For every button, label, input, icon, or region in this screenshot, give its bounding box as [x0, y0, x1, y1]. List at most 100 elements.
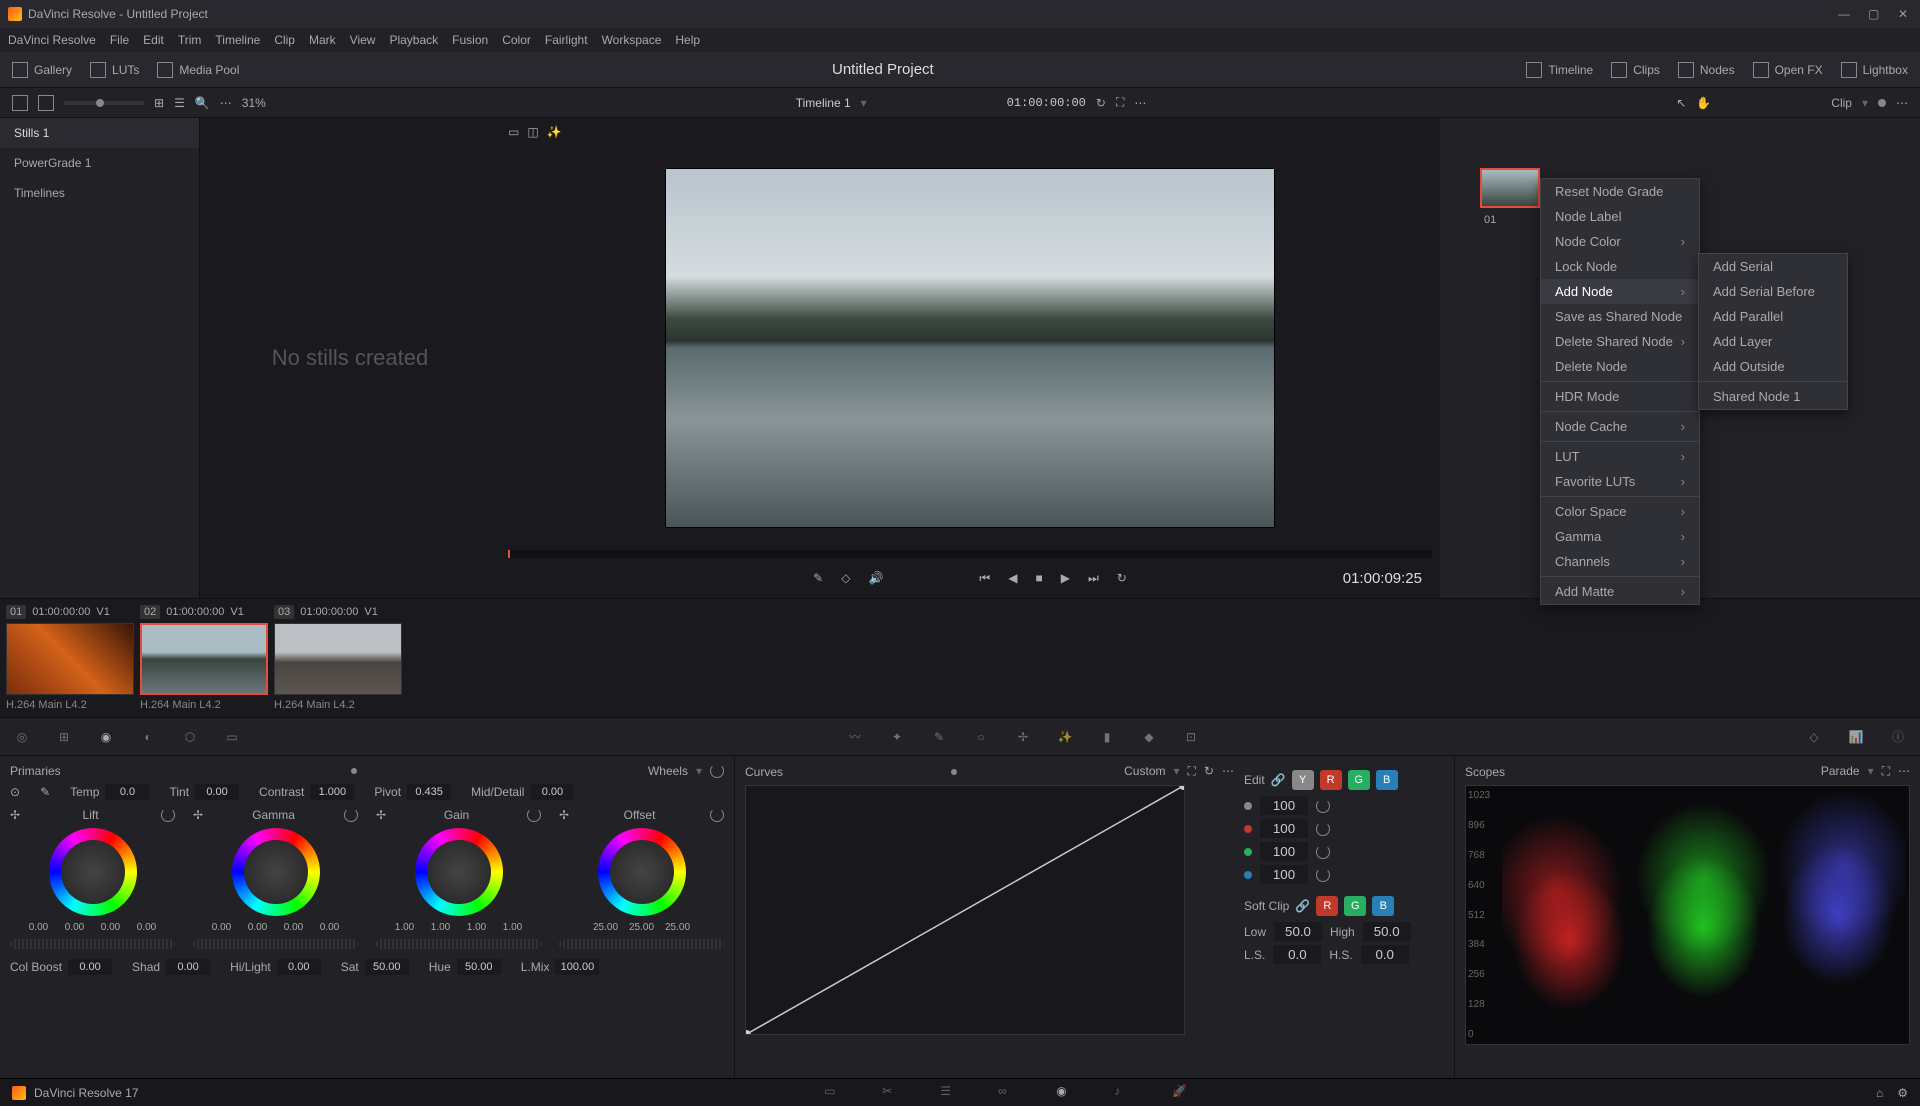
- ctx-add-node[interactable]: Add Node: [1541, 279, 1699, 304]
- sc-g-button[interactable]: G: [1344, 896, 1366, 916]
- keyframe-icon[interactable]: ◇: [1804, 727, 1824, 747]
- media-pool-button[interactable]: Media Pool: [157, 62, 239, 78]
- r-channel-button[interactable]: R: [1320, 770, 1342, 790]
- export-icon[interactable]: [38, 95, 54, 111]
- arrow-icon[interactable]: ↖: [1676, 96, 1686, 110]
- menu-davinci-resolve[interactable]: DaVinci Resolve: [8, 33, 96, 47]
- settings-icon[interactable]: ⚙: [1897, 1086, 1908, 1100]
- curves-icon[interactable]: 〰: [845, 727, 865, 747]
- split-icon[interactable]: ◫: [527, 125, 538, 139]
- timeline-button[interactable]: Timeline: [1526, 62, 1593, 78]
- menu-workspace[interactable]: Workspace: [602, 33, 662, 47]
- more-icon[interactable]: ⋯: [1898, 764, 1910, 779]
- tint-input[interactable]: [195, 784, 239, 800]
- menu-playback[interactable]: Playback: [389, 33, 438, 47]
- link-icon[interactable]: 🔗: [1271, 773, 1286, 787]
- ls-input[interactable]: [1273, 945, 1321, 964]
- openfx-button[interactable]: Open FX: [1753, 62, 1823, 78]
- ctx-add-matte[interactable]: Add Matte: [1541, 579, 1699, 604]
- warper-icon[interactable]: ✦: [887, 727, 907, 747]
- loop-icon[interactable]: ↻: [1096, 96, 1106, 110]
- color-page-icon[interactable]: ◉: [1056, 1084, 1074, 1102]
- clips-button[interactable]: Clips: [1611, 62, 1660, 78]
- home-icon[interactable]: ⌂: [1876, 1086, 1883, 1100]
- node-panel[interactable]: 01 Reset Node GradeNode LabelNode ColorL…: [1440, 118, 1920, 598]
- key-icon[interactable]: ◆: [1139, 727, 1159, 747]
- list-icon[interactable]: ☰: [174, 96, 185, 110]
- b-channel-button[interactable]: B: [1376, 770, 1398, 790]
- ctx-favorite-luts[interactable]: Favorite LUTs: [1541, 469, 1699, 494]
- g-channel-button[interactable]: G: [1348, 770, 1370, 790]
- menu-fairlight[interactable]: Fairlight: [545, 33, 588, 47]
- zoom-level[interactable]: 31%: [242, 96, 266, 110]
- ctx-sub-add-serial[interactable]: Add Serial: [1699, 254, 1847, 279]
- tracker-icon[interactable]: ✢: [1013, 727, 1033, 747]
- menu-help[interactable]: Help: [675, 33, 700, 47]
- sc-b-button[interactable]: B: [1372, 896, 1394, 916]
- media-page-icon[interactable]: ▭: [824, 1084, 842, 1102]
- sat-input[interactable]: [365, 959, 409, 975]
- more-icon[interactable]: ⋯: [1222, 764, 1234, 779]
- fusion-page-icon[interactable]: ∞: [998, 1084, 1016, 1102]
- scrubber[interactable]: [508, 550, 1432, 558]
- clip-dropdown[interactable]: Clip: [1831, 96, 1852, 110]
- wheels-mode[interactable]: Wheels: [648, 764, 688, 778]
- middetail-input[interactable]: [530, 784, 574, 800]
- hs-input[interactable]: [1361, 945, 1409, 964]
- ctx-sub-add-layer[interactable]: Add Layer: [1699, 329, 1847, 354]
- contrast-input[interactable]: [310, 784, 354, 800]
- more-icon[interactable]: ⋯: [1134, 96, 1146, 110]
- prev-button[interactable]: ◀: [1008, 571, 1017, 585]
- hue-input[interactable]: [457, 959, 501, 975]
- ctx-color-space[interactable]: Color Space: [1541, 499, 1699, 524]
- ctx-sub-add-parallel[interactable]: Add Parallel: [1699, 304, 1847, 329]
- first-frame-button[interactable]: ⏮: [979, 571, 990, 586]
- deliver-page-icon[interactable]: 🚀: [1172, 1084, 1190, 1102]
- ctx-reset-node-grade[interactable]: Reset Node Grade: [1541, 179, 1699, 204]
- cut-page-icon[interactable]: ✂: [882, 1084, 900, 1102]
- expand-icon[interactable]: ⛶: [1882, 764, 1890, 779]
- reset-icon[interactable]: [710, 764, 724, 778]
- curve-canvas[interactable]: [745, 785, 1185, 1035]
- nodes-button[interactable]: Nodes: [1678, 62, 1735, 78]
- slider[interactable]: [64, 101, 144, 105]
- play-button[interactable]: ▶: [1061, 571, 1070, 585]
- qualifier-icon[interactable]: ✎: [929, 727, 949, 747]
- temp-input[interactable]: [105, 784, 149, 800]
- edit-page-icon[interactable]: ☰: [940, 1084, 958, 1102]
- fairlight-page-icon[interactable]: ♪: [1114, 1084, 1132, 1102]
- shad-input[interactable]: [166, 959, 210, 975]
- picker2-icon[interactable]: ✎: [40, 785, 50, 799]
- menu-color[interactable]: Color: [502, 33, 531, 47]
- hdr-icon[interactable]: ◐: [138, 727, 158, 747]
- high-input[interactable]: [1363, 922, 1411, 941]
- hand-icon[interactable]: ✋: [1696, 96, 1711, 110]
- menu-fusion[interactable]: Fusion: [452, 33, 488, 47]
- wipe-icon[interactable]: ▭: [508, 125, 519, 139]
- stills-tab-0[interactable]: Stills 1: [0, 118, 199, 148]
- colboost-input[interactable]: [68, 959, 112, 975]
- ctx-node-cache[interactable]: Node Cache: [1541, 414, 1699, 439]
- close-button[interactable]: ✕: [1898, 7, 1912, 21]
- clip-03[interactable]: 0301:00:00:00V1H.264 Main L4.2: [274, 605, 402, 711]
- luts-button[interactable]: LUTs: [90, 62, 139, 78]
- hilight-input[interactable]: [277, 959, 321, 975]
- timecode[interactable]: 01:00:00:00: [1007, 96, 1086, 110]
- curves-mode[interactable]: Custom: [1124, 764, 1165, 779]
- stills-tab-1[interactable]: PowerGrade 1: [0, 148, 199, 178]
- ctx-node-label[interactable]: Node Label: [1541, 204, 1699, 229]
- scopes-icon[interactable]: 📊: [1846, 727, 1866, 747]
- clip-02[interactable]: 0201:00:00:00V1H.264 Main L4.2: [140, 605, 268, 711]
- rgb-mixer-icon[interactable]: ⬡: [180, 727, 200, 747]
- window-icon[interactable]: ○: [971, 727, 991, 747]
- magic-mask-icon[interactable]: ✨: [1055, 727, 1075, 747]
- clip-01[interactable]: 0101:00:00:00V1H.264 Main L4.2: [6, 605, 134, 711]
- ctx-hdr-mode[interactable]: HDR Mode: [1541, 384, 1699, 409]
- camera-raw-icon[interactable]: ◎: [12, 727, 32, 747]
- viewer-image[interactable]: [665, 168, 1275, 528]
- menu-view[interactable]: View: [350, 33, 376, 47]
- picker-icon[interactable]: ⊙: [10, 785, 20, 799]
- maximize-button[interactable]: ▢: [1868, 7, 1882, 21]
- grab-still-icon[interactable]: [12, 95, 28, 111]
- ctx-lock-node[interactable]: Lock Node: [1541, 254, 1699, 279]
